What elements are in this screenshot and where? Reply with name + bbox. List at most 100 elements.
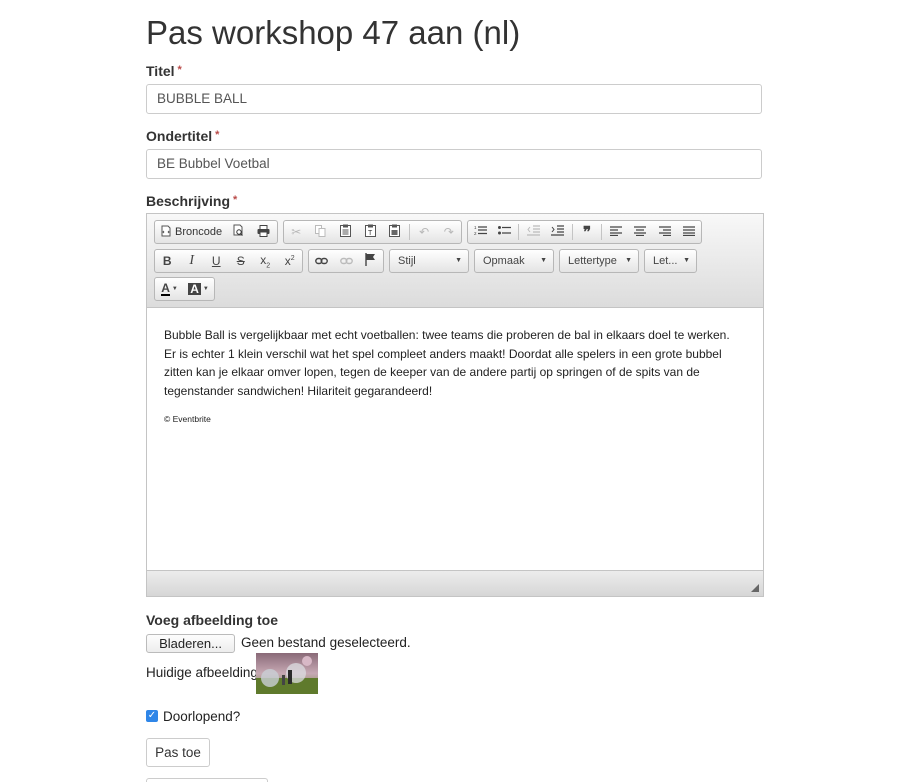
numbered-list-icon: 12 (474, 225, 487, 239)
bulleted-list-button[interactable] (492, 221, 516, 243)
image-label: Voeg afbeelding toe (146, 612, 278, 628)
align-right-button[interactable] (653, 221, 677, 243)
print-icon (257, 224, 270, 240)
titel-input[interactable]: BUBBLE BALL (146, 84, 762, 114)
ondertitel-label-text: Ondertitel (146, 128, 213, 144)
redo-button[interactable]: ↷ (436, 221, 461, 243)
background-color-icon: A (188, 282, 201, 296)
titel-label-text: Titel (146, 63, 175, 79)
font-size-combo[interactable]: Let... ▼ (644, 249, 697, 273)
source-icon (161, 225, 171, 240)
link-icon (314, 254, 328, 268)
underline-button[interactable]: U (204, 250, 229, 272)
anchor-button[interactable] (358, 250, 383, 272)
italic-button[interactable]: I (180, 250, 205, 272)
editor-toolbar: Broncode ✂ T ↶ ↷ 12 ❞ B I U S x2 x2 Stij… (147, 214, 763, 308)
strikethrough-button[interactable]: S (229, 250, 254, 272)
chevron-down-icon: ▼ (171, 286, 178, 292)
basic-styles-group: B I U S x2 x2 (154, 249, 303, 273)
anchor-flag-icon (365, 253, 376, 269)
print-button[interactable] (251, 221, 276, 243)
align-left-icon (610, 225, 623, 239)
font-combo[interactable]: Lettertype ▼ (559, 249, 639, 273)
superscript-button[interactable]: x2 (278, 250, 303, 272)
submit-button[interactable]: Pas toe (146, 738, 210, 767)
style-combo-label: Stijl (398, 255, 416, 267)
strikethrough-icon: S (236, 254, 245, 268)
toolbar-separator (518, 224, 520, 240)
chevron-down-icon: ▼ (540, 257, 547, 264)
partially-visible-button[interactable] (146, 778, 268, 782)
svg-text:1: 1 (474, 225, 477, 230)
paste-word-button[interactable] (382, 221, 407, 243)
preview-button[interactable] (226, 221, 251, 243)
bold-icon: B (162, 254, 172, 268)
subscript-button[interactable]: x2 (253, 250, 278, 272)
bulleted-list-icon (497, 225, 511, 239)
paste-text-button[interactable]: T (358, 221, 383, 243)
unlink-button[interactable] (334, 250, 359, 272)
ongoing-label: Doorlopend? (163, 709, 241, 724)
current-image-thumbnail (256, 653, 318, 694)
subscript-icon: x2 (260, 252, 271, 270)
undo-button[interactable]: ↶ (412, 221, 437, 243)
paste-word-icon (389, 224, 401, 240)
italic-icon: I (189, 253, 195, 268)
toolbar-separator (601, 224, 603, 240)
background-color-button[interactable]: A ▼ (184, 278, 213, 300)
chevron-down-icon: ▼ (683, 257, 690, 264)
clipboard-group: ✂ T ↶ ↷ (283, 220, 462, 244)
ondertitel-input[interactable]: BE Bubbel Voetbal (146, 149, 762, 179)
justify-icon (682, 225, 695, 239)
copy-icon (315, 224, 326, 240)
superscript-icon: x2 (284, 254, 295, 268)
align-center-icon (634, 225, 647, 239)
redo-icon: ↷ (443, 225, 454, 239)
font-combo-label: Lettertype (568, 255, 617, 267)
links-group (308, 249, 384, 273)
current-image-label: Huidige afbeelding: (146, 665, 262, 680)
align-center-button[interactable] (628, 221, 652, 243)
numbered-list-button[interactable]: 12 (468, 221, 492, 243)
paste-button[interactable] (333, 221, 358, 243)
source-button[interactable]: Broncode (155, 221, 222, 243)
format-combo[interactable]: Opmaak ▼ (474, 249, 554, 273)
align-left-button[interactable] (604, 221, 628, 243)
svg-text:T: T (368, 230, 373, 237)
undo-icon: ↶ (419, 225, 430, 239)
format-combo-label: Opmaak (483, 255, 525, 267)
browse-button[interactable]: Bladeren... (146, 634, 235, 653)
link-button[interactable] (309, 250, 334, 272)
indent-button[interactable] (546, 221, 570, 243)
no-file-text: Geen bestand geselecteerd. (241, 635, 411, 650)
page-title: Pas workshop 47 aan (nl) (146, 14, 521, 51)
outdent-icon (527, 225, 541, 239)
toolbar-separator (571, 224, 573, 240)
justify-button[interactable] (677, 221, 701, 243)
copy-button[interactable] (309, 221, 334, 243)
blockquote-button[interactable]: ❞ (575, 221, 599, 243)
cut-button[interactable]: ✂ (284, 221, 309, 243)
style-combo[interactable]: Stijl ▼ (389, 249, 469, 273)
preview-icon (233, 224, 245, 240)
cut-icon: ✂ (291, 225, 302, 239)
unlink-icon (339, 254, 353, 268)
indent-icon (551, 225, 565, 239)
source-label: Broncode (175, 226, 223, 238)
paste-icon (339, 224, 351, 240)
chevron-down-icon: ▼ (625, 257, 632, 264)
required-mark: * (233, 194, 238, 206)
resize-handle[interactable] (751, 584, 759, 592)
paste-text-icon: T (364, 224, 376, 240)
editor-credit: © Eventbrite (164, 414, 211, 424)
text-color-icon: A (161, 280, 170, 296)
align-right-icon (658, 225, 671, 239)
bold-button[interactable]: B (155, 250, 180, 272)
text-color-button[interactable]: A ▼ (155, 278, 184, 300)
document-group: Broncode (154, 220, 278, 244)
colors-group: A ▼ A ▼ (154, 277, 215, 301)
editor-content-area[interactable]: Bubble Ball is vergelijkbaar met echt vo… (164, 326, 744, 429)
outdent-button[interactable] (521, 221, 545, 243)
font-size-combo-label: Let... (653, 255, 678, 267)
ongoing-checkbox[interactable]: ✓ (146, 710, 158, 722)
